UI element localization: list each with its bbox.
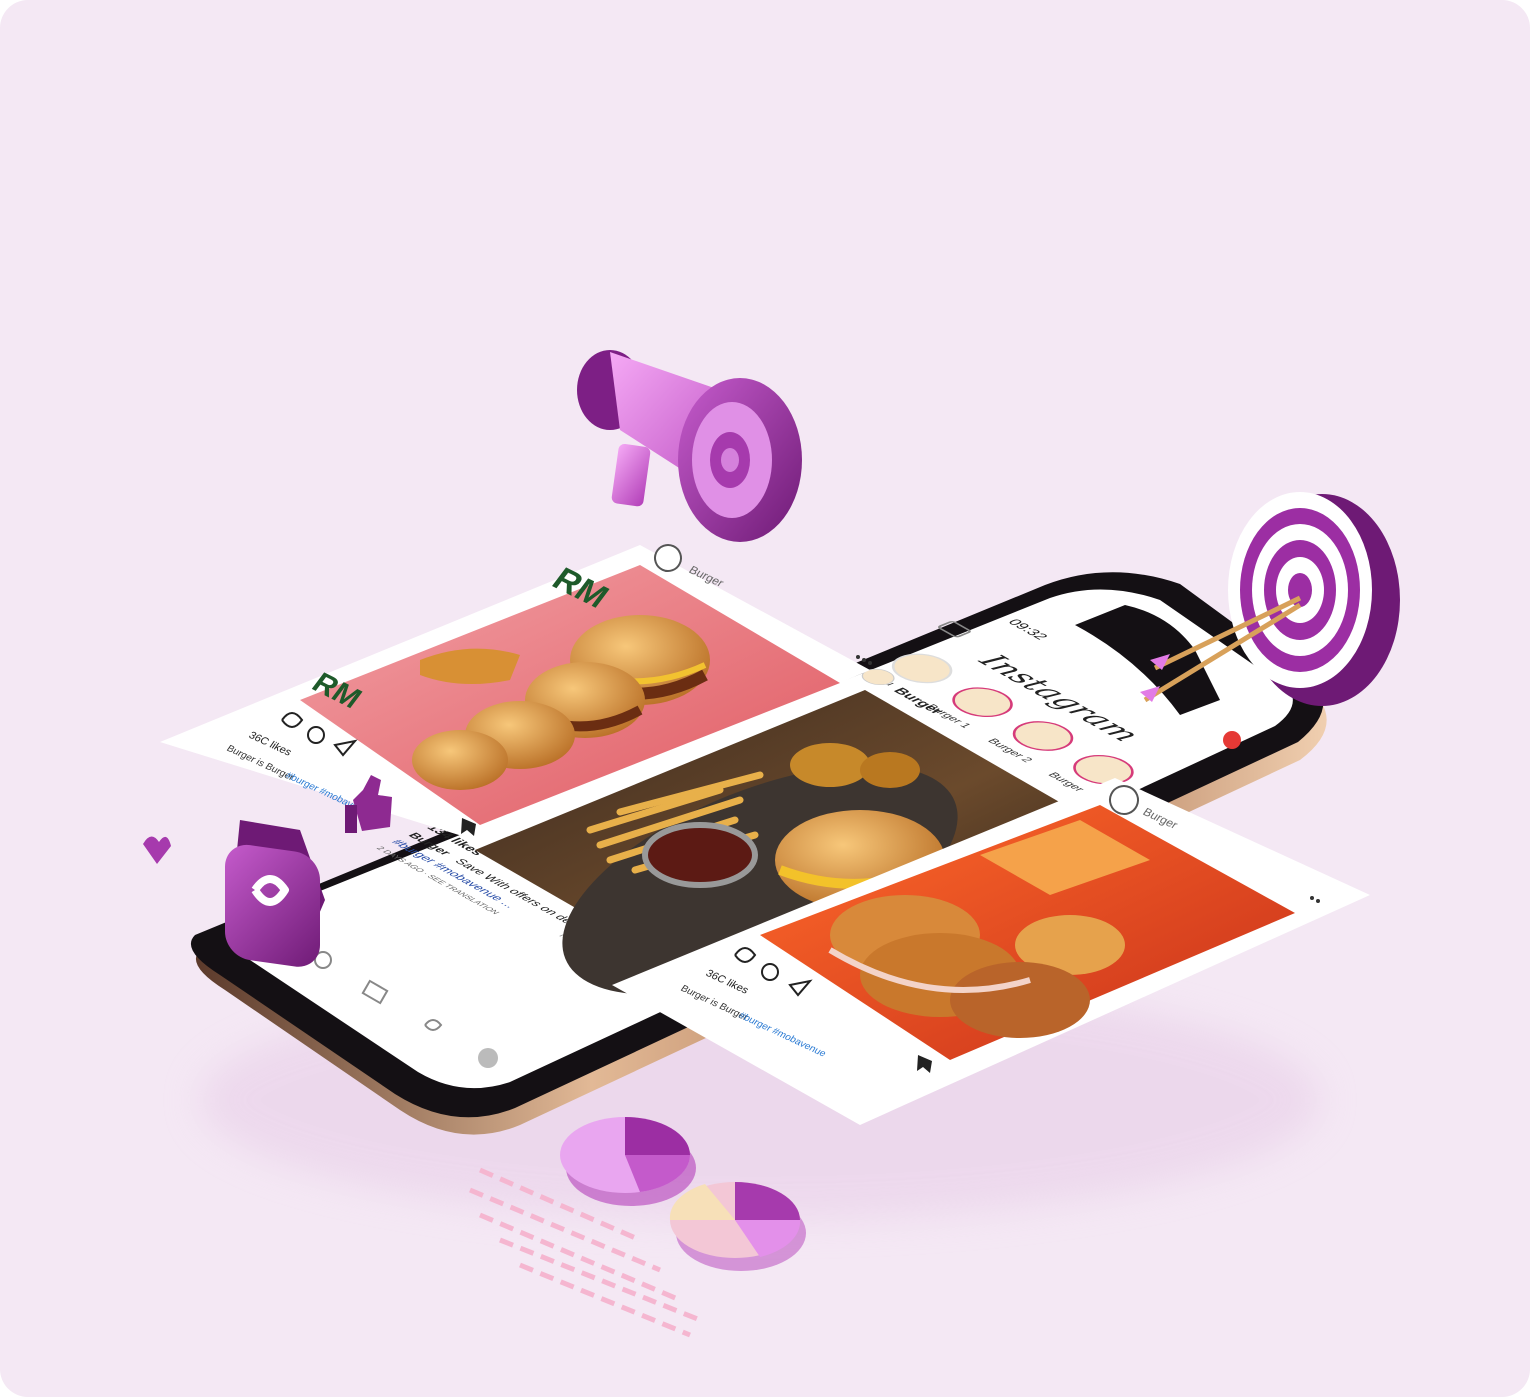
notification-badge[interactable] — [1223, 731, 1241, 749]
profile-icon[interactable] — [478, 1048, 498, 1068]
isometric-phone-scene: 09:32 Instagram You Burger 1 Burger 2 Bu… — [143, 350, 1400, 1338]
small-heart-icon — [143, 836, 171, 864]
megaphone-icon — [577, 350, 802, 542]
heart-chat-icon — [225, 820, 325, 967]
